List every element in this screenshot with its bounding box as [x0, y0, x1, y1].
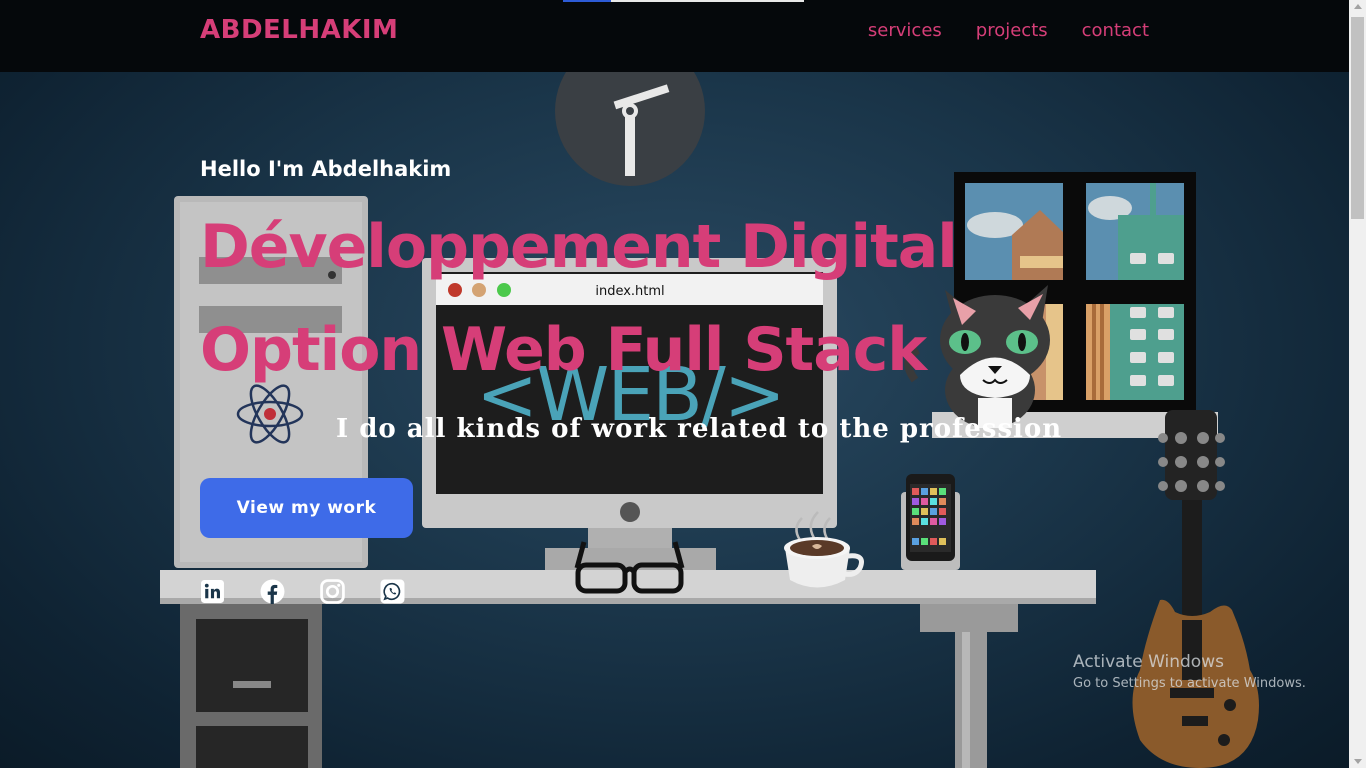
guitar: [1132, 410, 1259, 768]
scroll-progress-bar: [563, 0, 804, 2]
instagram-icon[interactable]: [320, 579, 345, 604]
scroll-progress-fill: [563, 0, 612, 2]
hero-title-line-2: Option Web Full Stack: [200, 315, 927, 385]
nav-link-projects[interactable]: projects: [976, 20, 1048, 41]
brand-logo[interactable]: ABDELHAKIM: [200, 15, 398, 45]
cat: [904, 285, 1050, 428]
page: index.html <WEB/> ABDELHAKIM services pr…: [0, 0, 1349, 768]
windows-activation-watermark: Activate Windows Go to Settings to activ…: [1073, 652, 1306, 691]
nav-link-contact[interactable]: contact: [1082, 20, 1149, 41]
hero-greeting: Hello I'm Abdelhakim: [200, 157, 452, 181]
hero-title-line-1: Développement Digital: [200, 212, 958, 282]
social-links: [200, 579, 405, 604]
page-scrollbar[interactable]: [1349, 0, 1366, 768]
linkedin-icon[interactable]: [200, 579, 225, 604]
svg-text:index.html: index.html: [595, 284, 664, 299]
phone: [901, 474, 960, 570]
nav-links: services projects contact: [868, 20, 1149, 41]
hero-tagline: I do all kinds of work related to the pr…: [336, 414, 1063, 444]
nav-link-services[interactable]: services: [868, 20, 942, 41]
watermark-title: Activate Windows: [1073, 652, 1224, 672]
facebook-icon[interactable]: [260, 579, 285, 604]
navbar: ABDELHAKIM services projects contact: [0, 0, 1349, 72]
scroll-down-arrow-icon[interactable]: [1354, 759, 1362, 764]
scrollbar-thumb[interactable]: [1351, 17, 1364, 219]
watermark-subtitle: Go to Settings to activate Windows.: [1073, 676, 1306, 691]
scroll-up-arrow-icon[interactable]: [1354, 4, 1362, 9]
view-my-work-button[interactable]: View my work: [200, 478, 413, 538]
whatsapp-icon[interactable]: [380, 579, 405, 604]
drawer-cabinet: [180, 604, 322, 768]
